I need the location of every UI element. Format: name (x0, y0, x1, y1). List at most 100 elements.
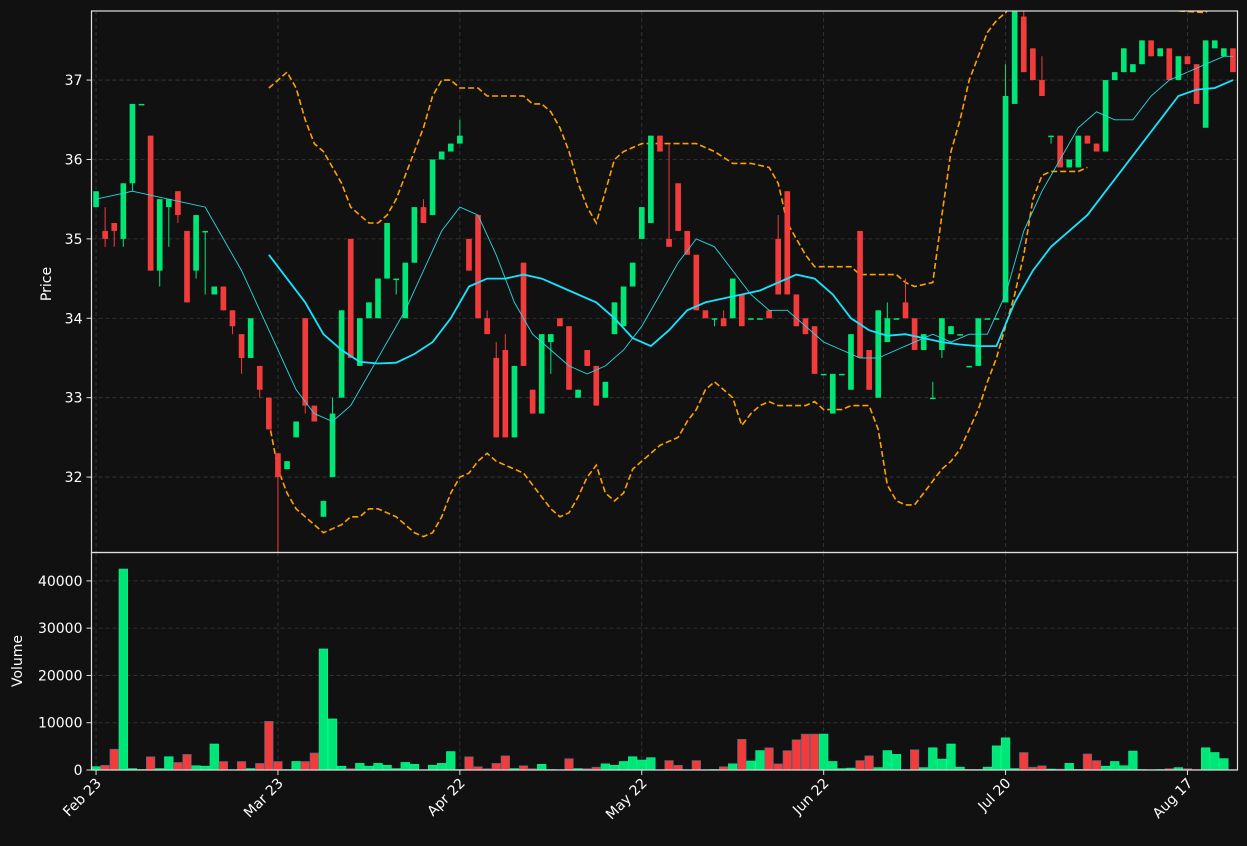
candle-body (511, 365, 518, 438)
candle-114 (1130, 64, 1136, 73)
volume-ytick-label-1: 10000 (38, 716, 83, 732)
candle-86 (875, 310, 882, 398)
volume-bar-88 (891, 754, 902, 770)
candle-body (629, 262, 636, 287)
candle-body (848, 334, 854, 390)
candle-52 (566, 326, 572, 390)
candle-body (229, 310, 236, 327)
candle-29 (356, 318, 363, 366)
candle-71 (738, 294, 745, 327)
volume-bar-66 (691, 760, 701, 770)
candle-94 (948, 326, 954, 335)
volume-bar-94 (946, 743, 956, 770)
candle-27 (338, 310, 345, 398)
candle-body (911, 318, 918, 351)
volume-bar-107 (1064, 763, 1074, 770)
candle-body (1157, 48, 1164, 57)
candle-body (857, 230, 863, 358)
candle-body (384, 222, 390, 279)
volume-bar-102 (1019, 752, 1029, 770)
candle-81 (829, 373, 836, 414)
candle-body (411, 207, 418, 263)
candle-28 (347, 238, 354, 358)
volume-bar-45 (500, 755, 510, 770)
volume-bar-87 (882, 750, 892, 770)
candle-body (484, 318, 490, 335)
candle-79 (811, 326, 818, 374)
candle-123 (1211, 40, 1218, 49)
candle-88 (893, 318, 900, 320)
volume-bar-73 (755, 750, 765, 770)
volume-bar-14 (218, 761, 229, 770)
volume-bar-16 (236, 761, 247, 770)
volume-bar-24 (309, 752, 319, 770)
candle-body (447, 143, 454, 152)
candle-body (1130, 64, 1136, 73)
candle-body (438, 151, 445, 160)
volume-bar-22 (291, 761, 301, 770)
candle-80 (820, 373, 827, 376)
candle-85 (866, 350, 872, 390)
volume-bar-76 (782, 750, 792, 770)
candle-body (111, 222, 118, 231)
candle-22 (293, 421, 299, 438)
candle-body (720, 318, 727, 327)
candle-body (1111, 72, 1118, 81)
candle-90 (911, 318, 918, 351)
candle-body (1084, 135, 1091, 144)
candle-body (238, 334, 245, 358)
candle-95 (957, 334, 963, 336)
volume-ytick-label-3: 30000 (38, 621, 83, 637)
candle-77 (793, 294, 800, 327)
candle-42 (475, 215, 481, 319)
candle-31 (375, 278, 381, 319)
price-ytick-label-0: 32 (65, 470, 83, 486)
volume-bar-100 (1000, 737, 1011, 770)
candle-91 (920, 334, 927, 351)
volume-bar-9 (173, 762, 183, 770)
candle-112 (1111, 72, 1118, 81)
candle-body (566, 326, 572, 390)
candle-body (147, 135, 154, 271)
candle-72 (748, 318, 754, 320)
candle-body (666, 238, 672, 247)
volume-bar-44 (491, 763, 501, 770)
candle-body (256, 365, 263, 390)
candle-32 (384, 222, 390, 279)
candle-body (538, 334, 545, 414)
candle-body (502, 350, 509, 438)
volume-bar-6 (145, 756, 156, 770)
candle-13 (211, 286, 218, 295)
candle-body (1166, 48, 1173, 81)
candle-body (275, 453, 281, 478)
candle-body (329, 413, 336, 478)
candle-body (457, 135, 463, 144)
volume-bar-31 (373, 763, 383, 770)
candle-body (493, 357, 500, 438)
candle-body (602, 381, 609, 398)
candle-body (975, 318, 982, 366)
candle-11 (193, 215, 199, 279)
volume-bar-99 (991, 745, 1002, 770)
volume-bar-113 (1119, 765, 1129, 770)
candle-10 (184, 230, 190, 303)
volume-bar-8 (164, 756, 174, 770)
candle-body (1048, 135, 1054, 138)
candle-body (757, 318, 763, 320)
candle-113 (1120, 48, 1127, 73)
candle-body (529, 389, 536, 414)
candle-82 (839, 373, 845, 376)
candle-108 (1075, 135, 1082, 168)
chart-figure: 32 33 34 35 36 37 0 10000 20000 30000 40000 Feb 2… (0, 0, 1247, 842)
candle-118 (1166, 48, 1173, 81)
candle-body (1148, 40, 1154, 57)
candle-body (138, 103, 145, 106)
volume-bar-77 (791, 739, 802, 770)
candle-70 (729, 278, 736, 319)
candle-64 (675, 183, 681, 231)
candle-body (984, 318, 991, 320)
candle-body (1221, 48, 1227, 57)
volume-bar-23 (300, 761, 310, 770)
candle-74 (766, 310, 772, 319)
price-ytick-label-4: 36 (65, 152, 83, 168)
